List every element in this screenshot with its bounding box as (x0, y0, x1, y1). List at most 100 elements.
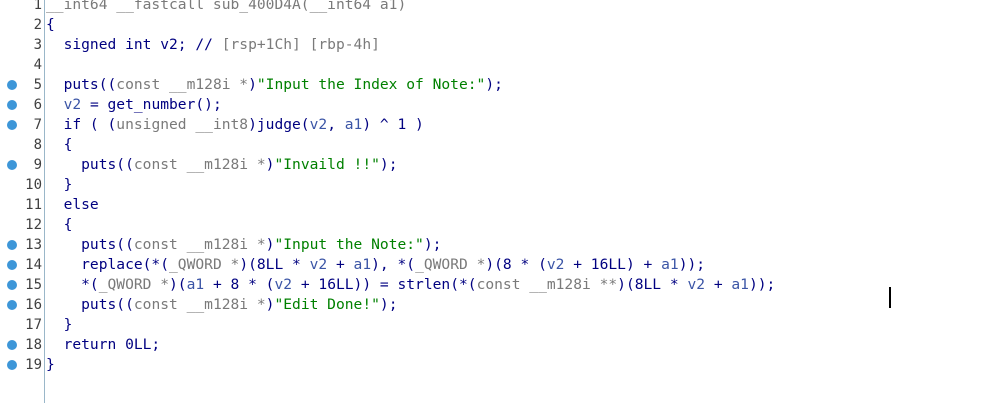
pseudocode-view[interactable]: 1 __int64 __fastcall sub_400D4A(__int64 a… (0, 0, 1007, 403)
code-token: puts(( (46, 76, 117, 93)
code-token: ); (379, 296, 398, 313)
code-text[interactable]: v2 = get_number(); (46, 95, 222, 115)
code-line[interactable]: 6 v2 = get_number(); (0, 95, 1007, 115)
code-text[interactable]: { (46, 135, 73, 155)
code-line[interactable]: 2{ (0, 15, 1007, 35)
line-number: 16 (25, 297, 42, 313)
code-line[interactable]: 13 puts((const __m128i *)"Input the Note… (0, 235, 1007, 255)
code-token: + (705, 276, 732, 293)
text-cursor (889, 287, 891, 308)
code-line[interactable]: 18 return 0LL; (0, 335, 1007, 355)
code-token: { (46, 16, 55, 33)
code-token: } (46, 176, 73, 193)
code-token: )); (748, 276, 776, 293)
line-number: 4 (33, 57, 42, 73)
code-token: [rsp+1Ch] [rbp-4h] (221, 36, 380, 53)
code-token: unsigned __int8 (116, 116, 249, 133)
code-text[interactable]: signed int v2; // [rsp+1Ch] [rbp-4h] (46, 35, 380, 55)
code-token: )(8LL * (617, 276, 688, 293)
line-number: 19 (25, 357, 42, 373)
code-token: *( (46, 276, 99, 293)
code-line[interactable]: 17 } (0, 315, 1007, 335)
code-token: _QWORD * (98, 276, 170, 293)
code-text[interactable]: replace(*(_QWORD *)(8LL * v2 + a1), *(_Q… (46, 255, 705, 275)
code-text[interactable]: return 0LL; (46, 335, 161, 355)
code-line[interactable]: 7 if ( (unsigned __int8)judge(v2, a1) ^ … (0, 115, 1007, 135)
code-token: a1 (344, 116, 363, 133)
code-text[interactable]: } (46, 355, 55, 375)
code-token: ); (379, 156, 398, 173)
code-text[interactable]: __int64 __fastcall sub_400D4A(__int64 a1… (46, 0, 406, 15)
code-line[interactable]: 14 replace(*( _QWORD * )(8LL * v2 + a1 ), *… (0, 255, 1007, 275)
code-text[interactable]: { (46, 215, 73, 235)
code-line[interactable]: 11 else (0, 195, 1007, 215)
code-token: v2 (687, 276, 706, 293)
code-text[interactable]: } (46, 315, 73, 335)
code-line[interactable]: 1 __int64 __fastcall sub_400D4A(__int64 a… (0, 0, 1007, 15)
code-token: ); (485, 76, 503, 93)
line-number: 8 (33, 137, 42, 153)
code-token: puts(( (46, 156, 134, 173)
line-number: 18 (25, 337, 42, 353)
code-line[interactable]: 9 puts((const __m128i *)"Invaild !!"); (0, 155, 1007, 175)
line-number: 14 (25, 257, 42, 273)
code-line[interactable]: 16 puts((const __m128i *)"Edit Done!"); (0, 295, 1007, 315)
code-line[interactable]: 3 signed int v2; // [rsp+1Ch] [rbp-4h] (0, 35, 1007, 55)
code-token: , (327, 116, 345, 133)
code-text[interactable]: puts((const __m128i *)"Invaild !!"); (46, 155, 397, 175)
code-token: )judge( (248, 116, 310, 133)
code-token: a1 (731, 276, 749, 293)
code-line[interactable]: 4 (0, 55, 1007, 75)
code-token: } (46, 356, 55, 373)
code-token: "Invaild !!" (274, 156, 380, 173)
line-number: 15 (25, 277, 42, 293)
code-token: v2 (274, 276, 293, 293)
code-line[interactable]: 10 } (0, 175, 1007, 195)
code-token: _QWORD * (415, 256, 486, 273)
code-token: __int64 __fastcall sub_400D4A(__int64 a1… (46, 0, 407, 13)
code-text[interactable]: puts((const __m128i *)"Input the Index o… (46, 75, 503, 95)
code-text[interactable]: } (46, 175, 73, 195)
code-token: + (327, 256, 354, 273)
code-text[interactable]: { (46, 15, 55, 35)
code-line[interactable]: 15 *(_QWORD *)(a1 + 8 * (v2 + 16LL)) = s… (0, 275, 1007, 295)
code-token: else (46, 196, 99, 213)
line-number: 11 (25, 197, 42, 213)
code-token: a1 (186, 276, 205, 293)
line-number: 7 (33, 117, 42, 133)
code-token: )(8 * ( (485, 256, 547, 273)
line-number: 12 (25, 217, 42, 233)
code-line[interactable]: 19} (0, 355, 1007, 375)
code-token: v2 (546, 256, 565, 273)
code-token: ) ^ 1 ) (362, 116, 424, 133)
code-line[interactable]: 12 { (0, 215, 1007, 235)
code-token: = get_number(); (81, 96, 222, 113)
code-token: "Input the Note:" (274, 236, 424, 253)
line-number: 13 (25, 237, 42, 253)
code-token: )(8LL * (239, 256, 310, 273)
code-token: const __m128i * (116, 76, 249, 93)
code-token: )( (169, 276, 187, 293)
code-token: ), *( (371, 256, 416, 273)
code-token: if ( ( (46, 116, 117, 133)
code-line[interactable]: 5 puts((const __m128i *)"Input the Index… (0, 75, 1007, 95)
code-token: } (46, 316, 73, 333)
code-text[interactable]: else (46, 195, 99, 215)
code-token: + 16LL)) = strlen(*( (292, 276, 477, 293)
code-text[interactable]: *(_QWORD *)(a1 + 8 * (v2 + 16LL)) = strl… (46, 275, 775, 295)
code-token: replace(*( (46, 256, 170, 273)
code-text[interactable]: puts((const __m128i *)"Input the Note:")… (46, 235, 441, 255)
code-token: puts(( (46, 296, 134, 313)
code-token: a1 (661, 256, 679, 273)
code-text[interactable]: if ( (unsigned __int8)judge(v2, a1) ^ 1 … (46, 115, 424, 135)
code-token: const __m128i * (133, 296, 266, 313)
code-token: signed int v2; // (46, 36, 222, 53)
line-number: 10 (25, 177, 42, 193)
code-token: ); (423, 236, 442, 253)
code-token: "Input the Index of Note:" (256, 76, 486, 93)
line-number: 6 (33, 97, 42, 113)
code-line[interactable]: 8 { (0, 135, 1007, 155)
code-token: "Edit Done!" (274, 296, 380, 313)
code-text[interactable]: puts((const __m128i *)"Edit Done!"); (46, 295, 397, 315)
code-token: { (46, 136, 73, 153)
